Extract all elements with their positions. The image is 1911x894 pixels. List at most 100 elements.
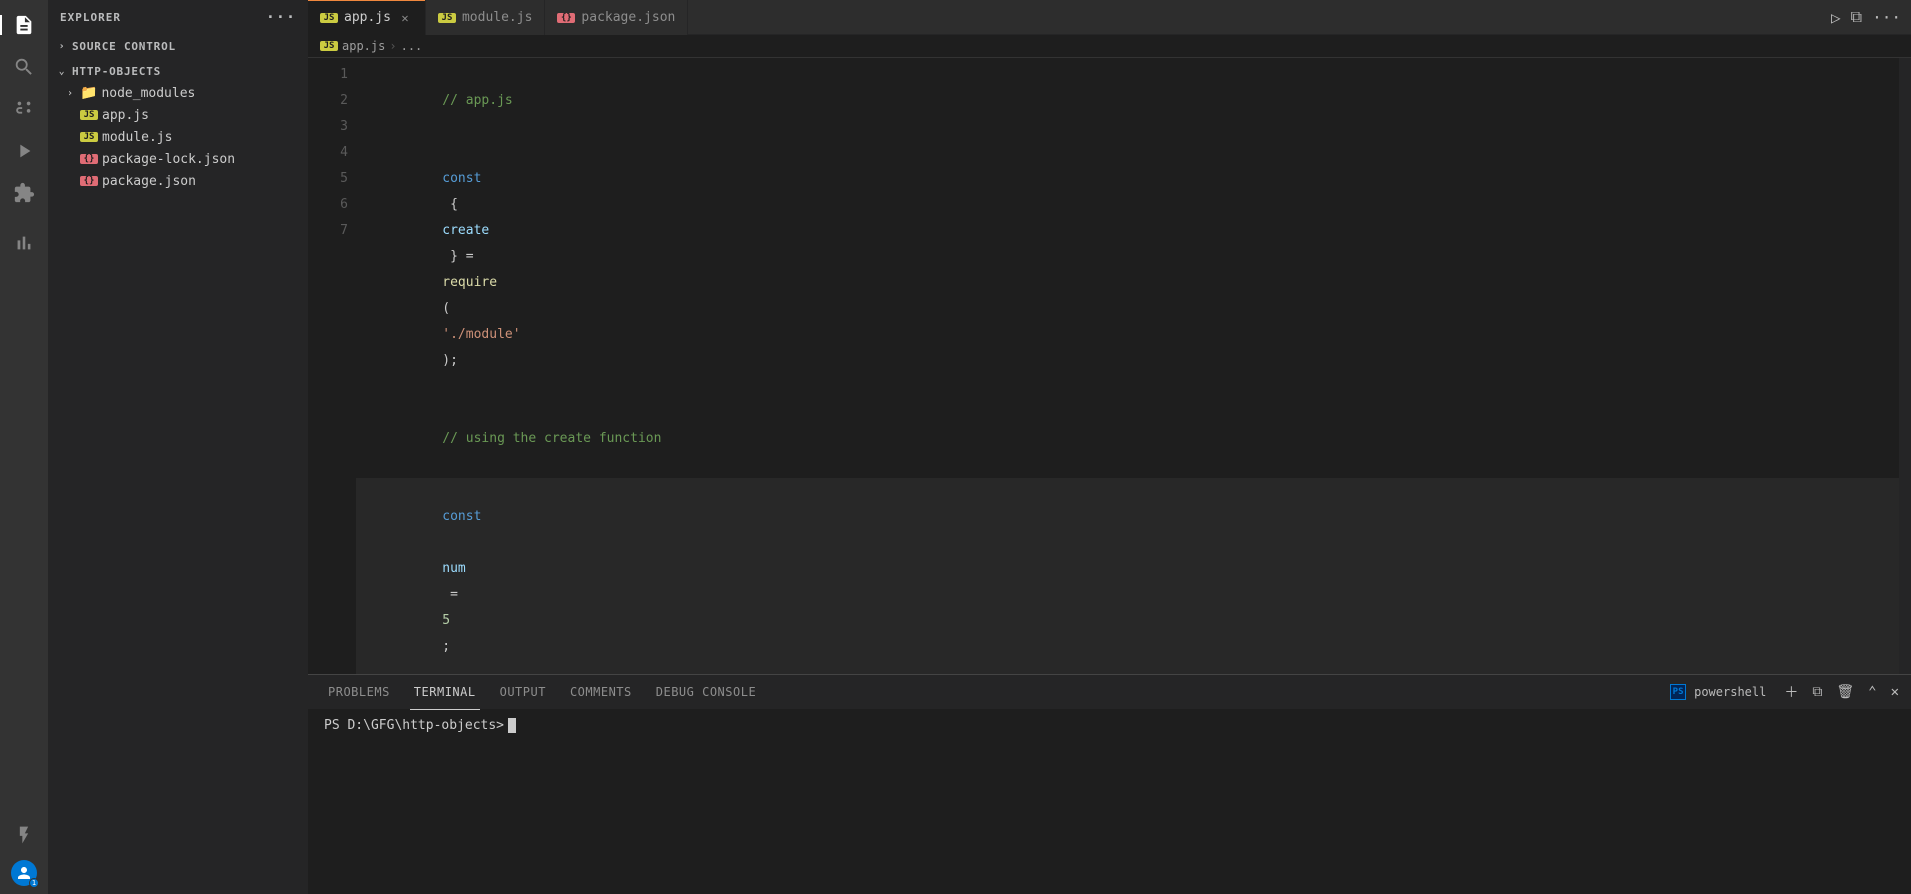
app-layout: 1 Explorer ··· › SOURCE CONTROL ⌄ HTTP-O… xyxy=(0,0,1911,894)
token: const xyxy=(442,171,481,186)
breadcrumb-separator: › xyxy=(389,39,396,53)
sidebar: Explorer ··· › SOURCE CONTROL ⌄ HTTP-OBJ… xyxy=(48,0,308,894)
sidebar-header: Explorer ··· xyxy=(48,0,308,34)
activity-bar: 1 xyxy=(0,0,48,894)
token: ; xyxy=(442,639,450,654)
folder-icon: 📁 xyxy=(80,85,97,101)
code-line-1: // app.js xyxy=(356,62,1899,140)
json-badge-packagelock: {} xyxy=(80,154,98,164)
panel-tab-debug-console[interactable]: DEBUG CONSOLE xyxy=(644,675,768,710)
terminal-prompt: PS D:\GFG\http-objects> xyxy=(324,718,1895,733)
token: const xyxy=(442,509,481,524)
powershell-text: powershell xyxy=(1690,683,1770,701)
sidebar-more-icon[interactable]: ··· xyxy=(266,8,296,26)
line-numbers: 1 2 3 4 5 6 7 xyxy=(308,58,356,674)
search-icon[interactable] xyxy=(7,50,41,84)
token: = xyxy=(442,587,465,602)
tab-bar: JS app.js ✕ JS module.js {} package.json… xyxy=(308,0,1911,35)
folder-tree: › 📁 node_modules JS app.js JS module.js … xyxy=(48,82,308,192)
token: 5 xyxy=(442,613,450,628)
code-content[interactable]: // app.js const { create } = require ( '… xyxy=(356,58,1899,674)
source-control-header[interactable]: › SOURCE CONTROL xyxy=(48,36,308,57)
sidebar-item-modulejs[interactable]: JS module.js xyxy=(56,126,308,148)
source-control-icon[interactable] xyxy=(7,92,41,126)
sidebar-item-packagelockjson[interactable]: {} package-lock.json xyxy=(56,148,308,170)
panel-tab-terminal-label: TERMINAL xyxy=(414,685,476,699)
source-control-label: SOURCE CONTROL xyxy=(72,40,176,53)
tab-close-appjs[interactable]: ✕ xyxy=(397,10,413,26)
files-icon[interactable] xyxy=(7,8,41,42)
run-debug-icon[interactable] xyxy=(7,134,41,168)
js-badge-modulejs: JS xyxy=(80,132,98,142)
panel-tab-output-label: OUTPUT xyxy=(500,685,546,699)
more-actions-icon[interactable]: ··· xyxy=(1870,6,1903,29)
kill-terminal-icon[interactable]: 🗑 xyxy=(1832,682,1858,702)
breadcrumb: JS app.js › ... xyxy=(308,35,1911,58)
http-objects-header[interactable]: ⌄ HTTP-OBJECTS xyxy=(48,61,308,82)
activity-bar-bottom: 1 xyxy=(7,818,41,894)
chevron-right-icon: › xyxy=(56,41,68,53)
panel-tabs: PROBLEMS TERMINAL OUTPUT COMMENTS DEBUG … xyxy=(308,675,1911,710)
extensions-icon[interactable] xyxy=(7,176,41,210)
token xyxy=(442,535,450,550)
run-icon[interactable]: ▷ xyxy=(1829,6,1843,29)
panel-tab-comments-label: COMMENTS xyxy=(570,685,632,699)
node-modules-label: node_modules xyxy=(101,86,195,101)
panel-tab-output[interactable]: OUTPUT xyxy=(488,675,558,710)
code-editor[interactable]: 1 2 3 4 5 6 7 // app.js const { create } xyxy=(308,58,1911,674)
tab-packagejson[interactable]: {} package.json xyxy=(545,0,688,35)
sidebar-item-appjs[interactable]: JS app.js xyxy=(56,104,308,126)
avatar-badge: 1 xyxy=(29,878,39,888)
token: // using the create function xyxy=(442,431,661,446)
http-objects-section: ⌄ HTTP-OBJECTS › 📁 node_modules JS app.j… xyxy=(48,59,308,194)
packagelockjson-label: package-lock.json xyxy=(102,152,235,167)
token: } = xyxy=(442,249,481,264)
token: create xyxy=(442,223,489,238)
node-modules-chevron: › xyxy=(64,87,76,99)
source-control-section: › SOURCE CONTROL xyxy=(48,34,308,59)
token: ); xyxy=(442,353,458,368)
tab-appjs-label: app.js xyxy=(344,10,391,25)
breadcrumb-file[interactable]: app.js xyxy=(342,39,385,53)
node-modules-item[interactable]: › 📁 node_modules xyxy=(56,82,308,104)
charts-icon[interactable] xyxy=(7,226,41,260)
appjs-label: app.js xyxy=(102,108,149,123)
js-badge-appjs: JS xyxy=(80,110,98,120)
add-terminal-icon[interactable]: ＋ xyxy=(1780,680,1802,704)
panel-tab-comments[interactable]: COMMENTS xyxy=(558,675,644,710)
ps-icon: PS xyxy=(1670,684,1686,700)
code-line-4: const num = 5 ; xyxy=(356,478,1899,674)
json-badge-package: {} xyxy=(80,176,98,186)
panel-tab-right: PS powershell ＋ ⧉ 🗑 ⌃ ✕ xyxy=(1666,680,1903,704)
tab-js-badge-appjs: JS xyxy=(320,13,338,23)
token: { xyxy=(442,197,465,212)
code-line-3: // using the create function xyxy=(356,400,1899,478)
panel-tab-problems[interactable]: PROBLEMS xyxy=(316,675,402,710)
chevron-down-icon: ⌄ xyxy=(56,66,68,78)
breadcrumb-js-badge: JS xyxy=(320,41,338,51)
breadcrumb-rest[interactable]: ... xyxy=(401,39,423,53)
explorer-label: Explorer xyxy=(60,11,121,24)
split-editor-icon[interactable]: ⧉ xyxy=(1849,5,1864,29)
tab-modulejs[interactable]: JS module.js xyxy=(426,0,545,35)
token: require xyxy=(442,275,497,290)
panel-content[interactable]: PS D:\GFG\http-objects> xyxy=(308,710,1911,894)
split-terminal-icon[interactable]: ⧉ xyxy=(1808,682,1826,702)
token: ( xyxy=(442,301,450,316)
close-panel-icon[interactable]: ✕ xyxy=(1887,682,1903,702)
user-avatar[interactable]: 1 xyxy=(11,860,37,886)
panel-tab-debug-label: DEBUG CONSOLE xyxy=(656,685,756,699)
tab-bar-right: ▷ ⧉ ··· xyxy=(1821,0,1911,34)
maximize-panel-icon[interactable]: ⌃ xyxy=(1864,682,1880,702)
folder-section-label: HTTP-OBJECTS xyxy=(72,65,161,78)
powershell-label: PS powershell xyxy=(1666,681,1774,703)
sidebar-header-icons: ··· xyxy=(266,8,296,26)
token: './module' xyxy=(442,327,520,342)
lightning-icon[interactable] xyxy=(7,818,41,852)
panel: PROBLEMS TERMINAL OUTPUT COMMENTS DEBUG … xyxy=(308,674,1911,894)
tab-json-badge-package: {} xyxy=(557,13,575,23)
tab-appjs[interactable]: JS app.js ✕ xyxy=(308,0,426,35)
minimap xyxy=(1899,58,1911,674)
panel-tab-terminal[interactable]: TERMINAL xyxy=(402,675,488,710)
sidebar-item-packagejson[interactable]: {} package.json xyxy=(56,170,308,192)
